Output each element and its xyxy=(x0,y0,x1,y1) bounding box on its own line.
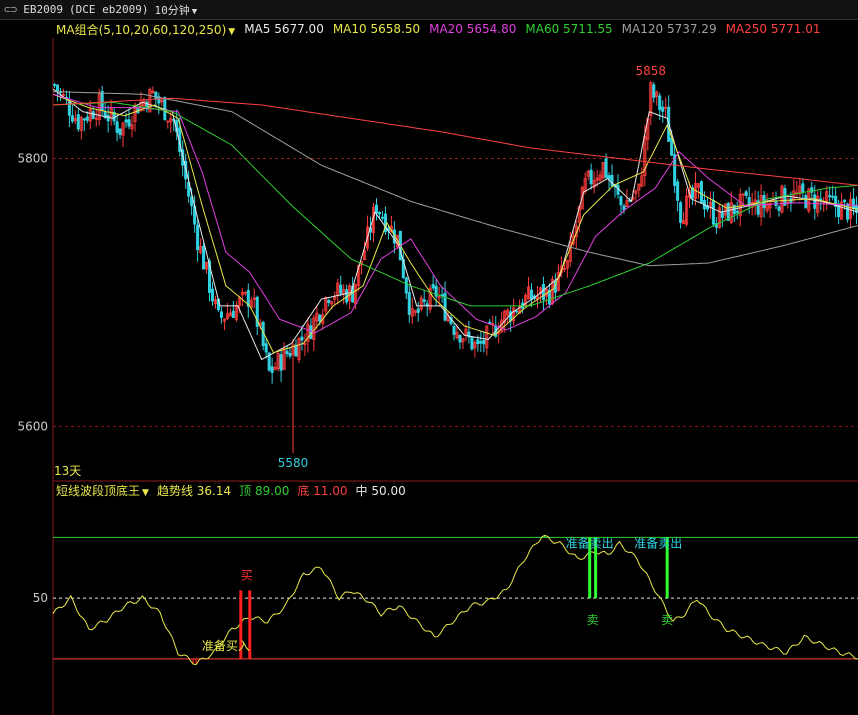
candle-body xyxy=(124,119,128,123)
candle-body xyxy=(619,196,623,206)
candle-body xyxy=(318,314,322,322)
candle-body xyxy=(479,341,483,344)
prepare-sell-label: 准备卖出 xyxy=(634,537,682,551)
candle-body xyxy=(699,181,704,203)
candle-body xyxy=(91,111,95,119)
candle-body xyxy=(476,339,480,344)
candle-body xyxy=(127,119,131,127)
candle-body xyxy=(309,325,313,339)
candle-body xyxy=(327,300,331,303)
candle-body xyxy=(422,299,426,303)
candle-body xyxy=(425,303,429,306)
candle-body xyxy=(843,199,847,203)
candle-body xyxy=(374,204,379,214)
sell-label: 卖 xyxy=(587,613,599,627)
candle-body xyxy=(70,115,74,122)
y-tick-label: 5800 xyxy=(17,152,48,166)
candle-body xyxy=(82,118,86,121)
candle-body xyxy=(294,344,298,357)
candle-body xyxy=(482,339,486,345)
high-price-label: 5858 xyxy=(636,64,667,78)
candle-body xyxy=(589,169,593,185)
candle-body xyxy=(76,114,80,130)
candle-body xyxy=(270,366,274,373)
candle-body xyxy=(801,183,805,193)
candle-body xyxy=(279,354,283,371)
period-tag: 13天 xyxy=(54,464,81,478)
candle-body xyxy=(85,116,89,121)
candle-body xyxy=(452,326,456,335)
candle-body xyxy=(529,289,534,300)
candle-body xyxy=(202,245,206,270)
y-tick-label: 5600 xyxy=(17,419,48,433)
candle-body xyxy=(458,334,462,343)
candle-body xyxy=(711,200,715,225)
candle-body xyxy=(440,294,444,296)
candle-body xyxy=(52,83,57,86)
candle-body xyxy=(804,195,808,209)
candle-body xyxy=(470,336,474,350)
candle-body xyxy=(744,191,748,196)
candle-body xyxy=(851,198,856,210)
candle-body xyxy=(819,198,823,201)
candle-body xyxy=(515,310,519,313)
trend-line xyxy=(52,534,858,666)
candle-body xyxy=(488,321,492,324)
candle-body xyxy=(622,205,626,211)
candle-body xyxy=(407,292,411,315)
candle-body xyxy=(264,343,268,353)
buy-label: 买 xyxy=(241,568,253,582)
candle-body xyxy=(831,195,835,198)
prepare-sell-label: 准备卖出 xyxy=(566,537,614,551)
candle-body xyxy=(676,181,680,201)
candle-body xyxy=(380,216,384,219)
candle-body xyxy=(285,350,289,355)
candle-body xyxy=(652,84,656,98)
candle-body xyxy=(604,158,608,178)
candle-body xyxy=(541,284,545,300)
candle-body xyxy=(115,121,119,133)
candle-body xyxy=(100,90,104,111)
candle-body xyxy=(154,91,158,100)
candle-body xyxy=(431,284,435,289)
candle-body xyxy=(777,206,781,211)
candle-body xyxy=(720,211,724,218)
prepare-buy-label: 准备买入 xyxy=(202,639,250,653)
candle-body xyxy=(231,310,235,318)
candle-body xyxy=(679,202,683,223)
low-price-label: 5580 xyxy=(278,456,309,470)
chart-canvas[interactable]: 5800 5600 5858 5580 13天 50 准备买入 买 准备卖出 准备卖出卖 卖 xyxy=(0,0,858,715)
candle-body xyxy=(196,224,200,251)
ma-line-ma10 xyxy=(52,93,858,354)
candle-body xyxy=(219,311,223,318)
candle-body xyxy=(828,195,832,198)
candle-body xyxy=(300,336,304,341)
candle-body xyxy=(813,194,817,209)
candle-body xyxy=(118,128,122,136)
candle-body xyxy=(658,95,662,111)
candle-body xyxy=(288,353,292,357)
candle-body xyxy=(404,277,408,294)
candle-body xyxy=(735,210,739,213)
candle-body xyxy=(661,106,665,112)
sell-label: 卖 xyxy=(661,613,673,627)
candle-body xyxy=(339,284,343,294)
candle-body xyxy=(670,137,674,156)
candle-body xyxy=(210,288,215,302)
candle-body xyxy=(377,211,382,215)
candle-body xyxy=(55,84,60,92)
candle-body xyxy=(106,115,110,122)
candle-body xyxy=(416,308,420,313)
indicator-y-tick: 50 xyxy=(33,591,48,605)
